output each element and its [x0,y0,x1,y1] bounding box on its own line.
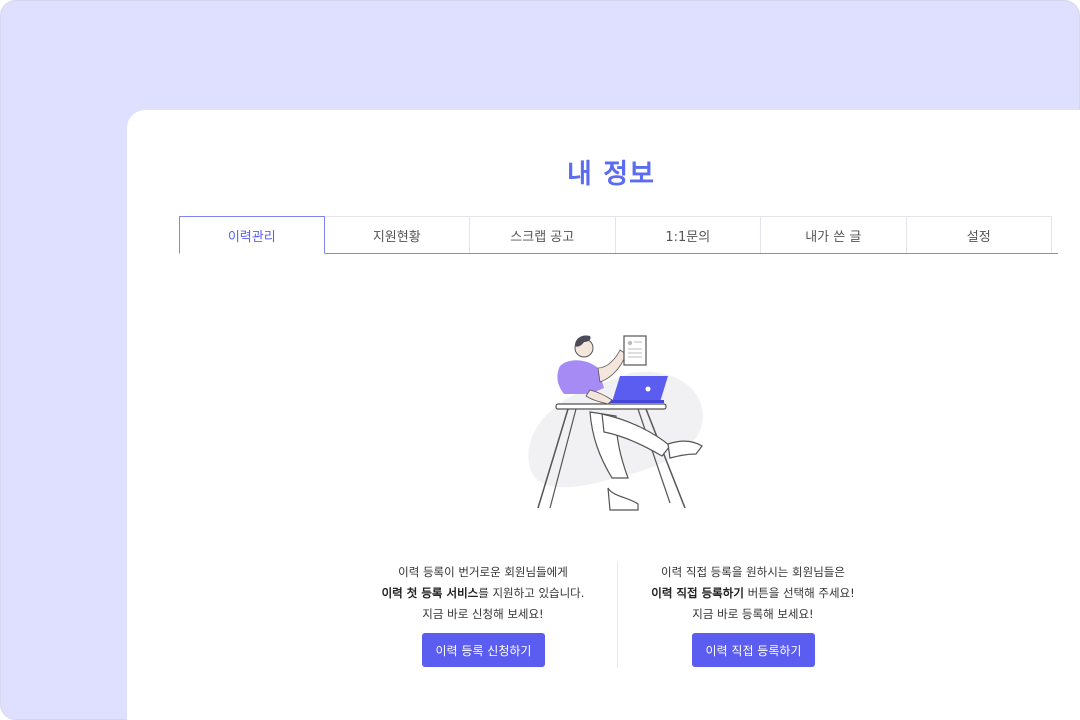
apply-registration-button[interactable]: 이력 등록 신청하기 [422,633,545,667]
first-registration-info: 이력 등록이 번거로운 회원님들에게 이력 첫 등록 서비스를 지원하고 있습니… [348,562,618,625]
tab-settings[interactable]: 설정 [906,216,1052,253]
service-name: 이력 첫 등록 서비스 [381,586,479,600]
info-line: 지금 바로 등록해 보세요! [692,607,814,621]
tab-my-posts[interactable]: 내가 쓴 글 [761,216,907,253]
info-line: 이력 첫 등록 서비스를 지원하고 있습니다. [348,583,618,604]
tab-resume-management[interactable]: 이력관리 [179,216,325,254]
action-name: 이력 직접 등록하기 [651,586,744,600]
direct-registration-info: 이력 직접 등록을 원하시는 회원님들은 이력 직접 등록하기 버튼을 선택해 … [618,562,888,625]
tab-application-status[interactable]: 지원현황 [324,216,470,253]
page-title: 내 정보 [567,159,655,190]
info-line: 이력 직접 등록을 원하시는 회원님들은 [661,565,845,579]
info-line: 이력 등록이 번거로운 회원님들에게 [398,565,568,579]
info-line: 이력 직접 등록하기 버튼을 선택해 주세요! [618,583,888,604]
info-text: 버튼을 선택해 주세요! [743,586,855,600]
tab-inquiry[interactable]: 1:1문의 [615,216,761,253]
info-line: 지금 바로 신청해 보세요! [422,607,544,621]
person-with-laptop-illustration [528,335,703,511]
tab-bar: 이력관리 지원현황 스크랩 공고 1:1문의 내가 쓴 글 설정 [179,216,1058,254]
tab-scrap-jobs[interactable]: 스크랩 공고 [470,216,616,253]
info-text: 를 지원하고 있습니다. [478,586,585,600]
direct-registration-button[interactable]: 이력 직접 등록하기 [692,633,815,667]
